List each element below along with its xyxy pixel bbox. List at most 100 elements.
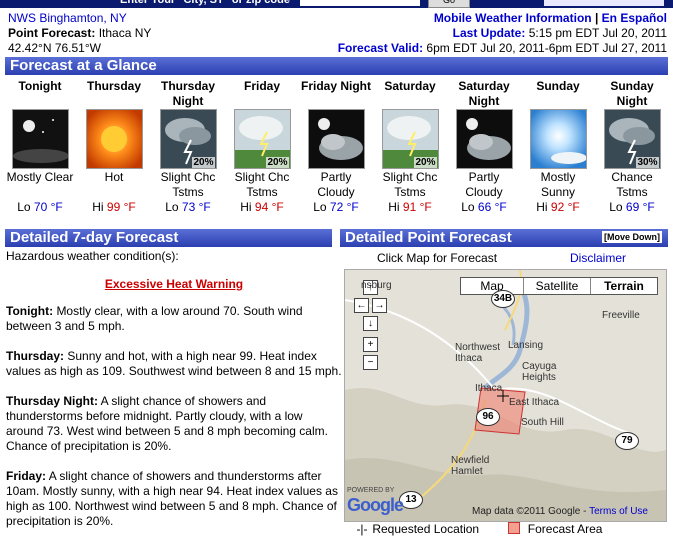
temp-value: 99	[106, 200, 121, 214]
temp-value: 66	[477, 200, 492, 214]
temp-unit: °F	[642, 200, 655, 214]
temp-label: Lo	[165, 200, 179, 214]
day-tstorm-icon: 20%	[233, 109, 291, 169]
hot-sun-icon	[85, 109, 143, 169]
place-label: nsburg	[361, 280, 392, 291]
legend-requested-location: Requested Location	[372, 522, 480, 536]
period-name: Friday	[243, 79, 280, 93]
place-label: Cayuga Heights	[522, 361, 557, 383]
temp-label: Lo	[313, 200, 327, 214]
powered-by-text: POWERED BY	[347, 487, 395, 494]
temp-label: Hi	[536, 200, 548, 214]
place-label: Freeville	[602, 310, 640, 321]
google-logo[interactable]: Google	[347, 495, 404, 516]
last-update-label: Last Update:	[452, 26, 526, 40]
place-label: Northwest Ithaca	[455, 342, 501, 364]
detailed-forecast-text: Hazardous weather condition(s): Excessiv…	[6, 249, 342, 544]
night-tstorm-icon: 30%	[603, 109, 661, 169]
zoom-out-button[interactable]: −	[363, 355, 378, 370]
night-partly-cloudy-icon	[307, 109, 365, 169]
zoom-in-button[interactable]: +	[363, 337, 378, 352]
period-summary: Chance Tstms	[611, 170, 653, 199]
pop-badge: 20%	[266, 157, 289, 168]
period-summary: Mostly Clear	[6, 170, 74, 184]
temp-unit: °F	[50, 200, 63, 214]
forecast-period: Sunday Mostly Sunny Hi 92 °F	[523, 79, 593, 215]
place-label: Ithaca	[475, 383, 503, 394]
temp-value: 94	[254, 200, 269, 214]
temp-value: 73	[181, 200, 196, 214]
go-button[interactable]: Go	[428, 0, 470, 8]
top-search-bar: Enter Your "City, ST" or zip code Go	[0, 0, 673, 8]
temp-value: 72	[329, 200, 344, 214]
top-search-hint: Enter Your "City, ST" or zip code	[120, 0, 290, 6]
map-data-text: Map data ©2011 Google -	[472, 506, 587, 517]
temp-unit: °F	[198, 200, 211, 214]
period-name: Friday Night	[301, 79, 372, 93]
map-type-terrain[interactable]: Terrain	[591, 278, 657, 294]
forecast-period: Friday 20% Slight Chc Tstms Hi 94 °F	[227, 79, 297, 215]
forecast-period: Thursday Hot Hi 99 °F	[79, 79, 149, 215]
place-label: Newfield Hamlet	[451, 455, 490, 477]
location-search-input[interactable]	[300, 0, 420, 6]
map-type-map[interactable]: Map	[461, 278, 524, 294]
header-left: NWS Binghamton, NY Point Forecast: Ithac…	[8, 11, 151, 56]
night-partly-cloudy-icon	[455, 109, 513, 169]
forecast-period: Saturday Night Partly Cloudy Lo 66 °F	[449, 79, 519, 215]
period-name: Tonight	[18, 79, 62, 93]
night-clear-icon	[11, 109, 69, 169]
espanol-link[interactable]: En Español	[602, 11, 667, 25]
temp-value: 92	[550, 200, 565, 214]
forecast-paragraph: Thursday Night: A slight chance of showe…	[6, 394, 342, 454]
temp-label: Lo	[609, 200, 623, 214]
period-summary: Slight Chc Tstms	[160, 170, 216, 199]
period-name: Sunday Night	[610, 79, 654, 108]
forecast-period: Tonight Mostly Clear Lo 70 °F	[5, 79, 75, 215]
click-map-hint: Click Map for Forecast	[377, 251, 498, 265]
hazard-intro: Hazardous weather condition(s):	[6, 249, 179, 263]
terms-of-use-link[interactable]: Terms of Use	[589, 506, 648, 517]
mostly-sunny-icon	[529, 109, 587, 169]
pop-badge: 30%	[636, 157, 659, 168]
link-separator: |	[594, 11, 599, 25]
temp-unit: °F	[419, 200, 432, 214]
legend-forecast-area: Forecast Area	[527, 522, 603, 536]
map-type-satellite[interactable]: Satellite	[524, 278, 591, 294]
period-summary: Partly Cloudy	[465, 170, 503, 199]
forecast-area-swatch-icon	[508, 522, 521, 534]
mobile-weather-link[interactable]: Mobile Weather Information	[434, 11, 592, 25]
temp-label: Lo	[461, 200, 475, 214]
last-update-value: 5:15 pm EDT Jul 20, 2011	[528, 26, 667, 40]
detailed-point-title: Detailed Point Forecast	[345, 229, 512, 246]
period-summary: Slight Chc Tstms	[234, 170, 290, 199]
move-down-link[interactable]: [Move Down]	[602, 231, 662, 243]
temp-unit: °F	[271, 200, 284, 214]
office-link[interactable]: NWS Binghamton, NY	[8, 11, 127, 25]
map-type-selector: Map Satellite Terrain	[460, 277, 658, 295]
temp-unit: °F	[123, 200, 136, 214]
period-text: A slight chance of showers and thunderst…	[6, 469, 338, 528]
pan-left-button[interactable]: ←	[354, 298, 369, 313]
pan-down-button[interactable]: ↓	[363, 316, 378, 331]
excessive-heat-warning-link[interactable]: Excessive Heat Warning	[105, 277, 243, 291]
pan-right-button[interactable]: →	[372, 298, 387, 313]
detailed-point-header: Detailed Point Forecast [Move Down]	[340, 229, 668, 247]
period-summary: Mostly Sunny	[540, 170, 576, 199]
temp-unit: °F	[567, 200, 580, 214]
route-shield: 96	[476, 408, 500, 426]
period-label: Thursday:	[6, 349, 65, 363]
point-forecast-label: Point Forecast:	[8, 26, 96, 40]
route-shield: 79	[615, 432, 639, 450]
point-forecast-location: Ithaca NY	[98, 26, 152, 40]
temp-unit: °F	[494, 200, 507, 214]
forecast-valid-label: Forecast Valid:	[337, 41, 424, 55]
forecast-period: Saturday 20% Slight Chc Tstms Hi 91 °F	[375, 79, 445, 215]
period-name: Thursday Night	[160, 79, 215, 108]
disclaimer-link[interactable]: Disclaimer	[570, 251, 626, 265]
forecast-paragraph: Friday: A slight chance of showers and t…	[6, 469, 342, 529]
forecast-period: Sunday Night 30% Chance Tstms Lo 69 °F	[597, 79, 667, 215]
forecast-paragraph: Tonight: Mostly clear, with a low around…	[6, 304, 342, 334]
forecast-map[interactable]: ↑ ← → ↓ + − Map Satellite Terrain nsburg…	[344, 269, 667, 522]
detailed-7day-header: Detailed 7-day Forecast	[5, 229, 332, 247]
top-right-control[interactable]	[544, 0, 664, 6]
